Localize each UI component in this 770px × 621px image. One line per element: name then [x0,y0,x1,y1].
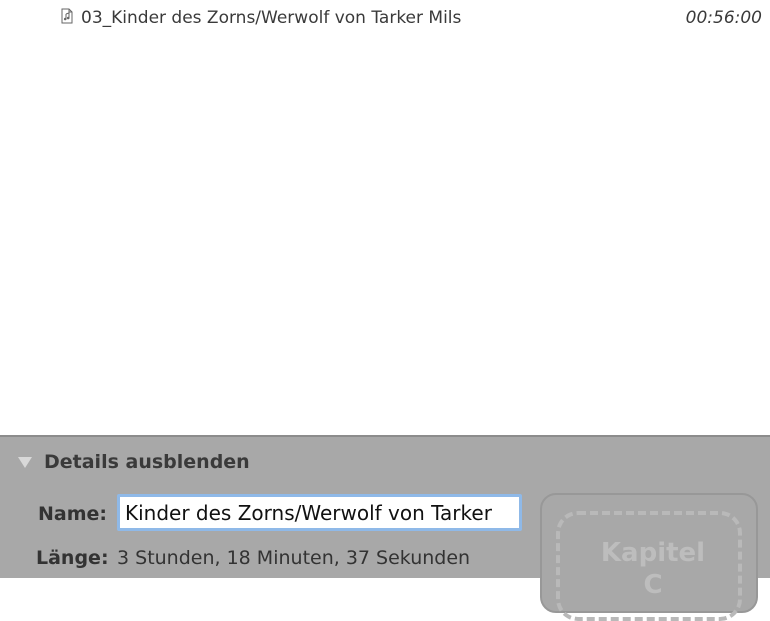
name-field[interactable] [117,494,522,531]
chapter-drop-zone: Kapitel C [556,511,742,621]
list-item[interactable]: 03_Kinder des Zorns/Werwolf von Tarker M… [0,5,770,31]
disclosure-triangle-icon [18,456,32,468]
length-value: 3 Stunden, 18 Minuten, 37 Sekunden [117,547,471,569]
track-duration: 00:56:00 [685,8,762,28]
details-toggle[interactable]: Details ausblenden [18,451,250,473]
track-name: 03_Kinder des Zorns/Werwolf von Tarker M… [81,8,462,28]
name-label: Name: [38,503,108,525]
audio-file-icon [61,8,73,24]
length-label: Länge: [36,547,109,569]
chapter-label-bottom: C [643,570,663,600]
details-pane: Details ausblenden Name: Länge: 3 Stunde… [0,435,770,621]
chapter-label: Kapitel C [560,537,746,601]
track-list: 03_Kinder des Zorns/Werwolf von Tarker M… [0,0,770,435]
chapter-drop-well[interactable]: Kapitel C [540,493,758,621]
details-toggle-label: Details ausblenden [44,451,250,473]
chapter-label-top: Kapitel [600,538,706,568]
